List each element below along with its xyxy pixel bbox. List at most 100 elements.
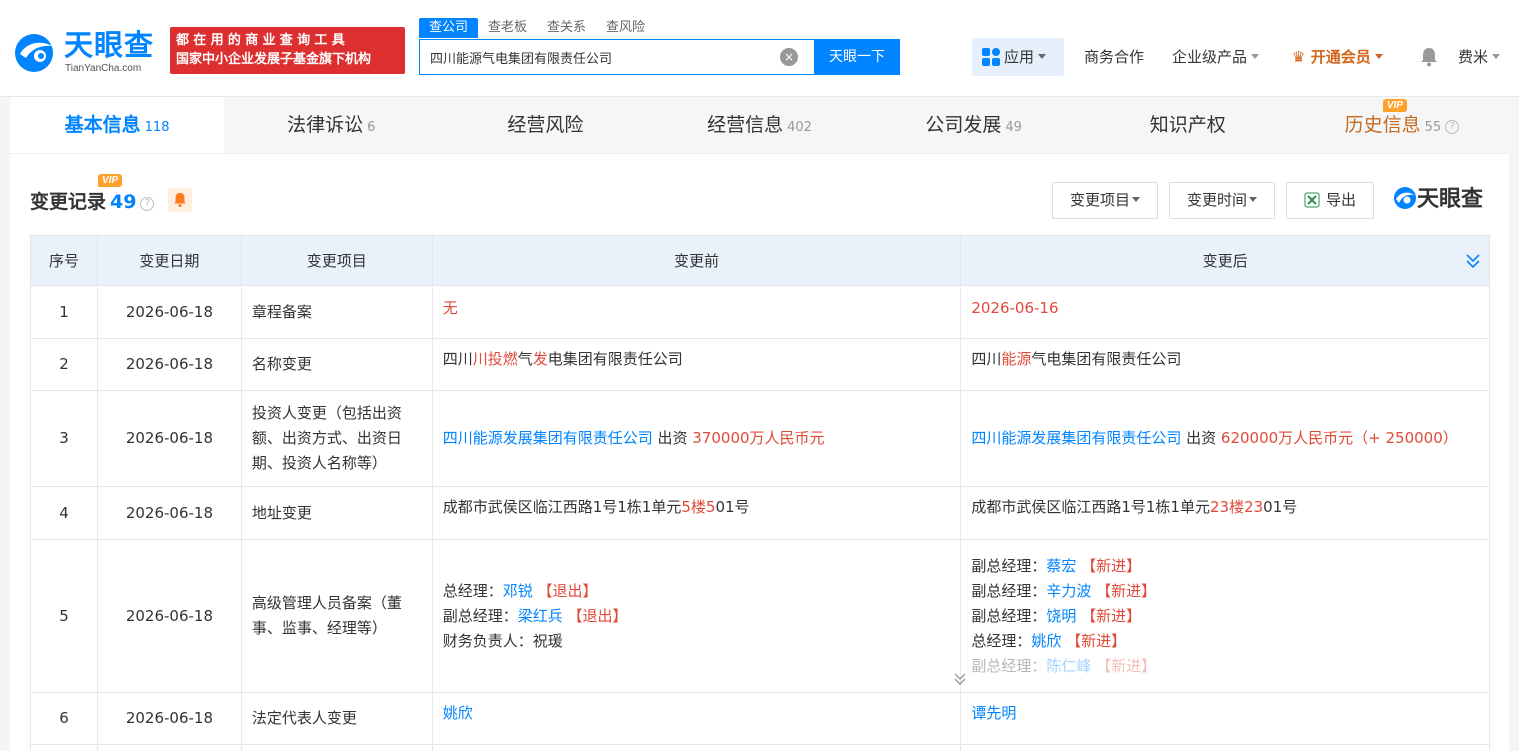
company-tabs: 基本信息 118 法律诉讼 6 经营风险 经营信息 402 公司发展 49 知识产权 历… — [10, 97, 1509, 154]
status-tag: 【新进】 — [1081, 556, 1142, 575]
person-link[interactable]: 梁红兵 — [518, 607, 563, 625]
table-row: 4 2026-06-18 地址变更 成都市武侯区临江西路1号1栋1单元5楼501… — [30, 486, 1490, 540]
brand-logo[interactable]: 天眼查 TianYanCha.com — [12, 28, 162, 76]
vip-menu[interactable]: ♛ 开通会员 — [1292, 38, 1383, 76]
chevron-down-icon — [1038, 54, 1047, 59]
table-row: 1 2026-06-18 章程备案 无 2026-06-16 — [30, 285, 1490, 339]
search-tab-relation[interactable]: 查关系 — [537, 18, 596, 38]
search-tab-boss[interactable]: 查老板 — [478, 18, 537, 38]
manager-entry: 副总经理：饶明 【新进】 — [971, 604, 1479, 629]
search-input[interactable] — [420, 40, 814, 74]
tab-count: 402 — [787, 120, 812, 135]
text-segment: 气 — [517, 350, 533, 368]
cell-date: 2026-06-18 — [96, 692, 242, 745]
table-row: 6 2026-06-18 法定代表人变更 姚欣 谭先明 — [30, 692, 1490, 745]
tab-risk[interactable]: 经营风险 — [438, 97, 652, 153]
apps-menu[interactable]: 应用 — [972, 38, 1064, 76]
crown-icon: ♛ — [1292, 48, 1306, 66]
tab-label: 公司发展 — [925, 114, 1002, 136]
cell-date: 2026-06-18 — [96, 285, 242, 339]
manager-entry: 总经理：姚欣 【新进】 — [971, 629, 1479, 654]
tab-history[interactable]: 历史信息 55? VIP — [1295, 97, 1509, 153]
help-icon[interactable]: ? — [1445, 120, 1460, 134]
help-icon[interactable]: ? — [140, 197, 155, 211]
cell-index: 2 — [30, 338, 98, 391]
cell-before: 四川能源发展集团有限责任公司 出资 370000万人民币元 — [431, 390, 962, 487]
tab-operation[interactable]: 经营信息 402 — [652, 97, 866, 153]
person-link[interactable]: 陈仁峰 — [1046, 657, 1091, 675]
person-link[interactable]: 饶明 — [1046, 607, 1076, 625]
tab-development[interactable]: 公司发展 49 — [867, 97, 1081, 153]
cell-before: 总经理：邓锐 【退出】 副总经理：梁红兵 【退出】 财务负责人：祝瑗 — [431, 539, 962, 693]
search-type-tabs: 查公司 查老板 查关系 查风险 — [419, 18, 655, 38]
investor-link[interactable]: 四川能源发展集团有限责任公司 — [443, 429, 653, 447]
tab-label: 经营风险 — [507, 114, 584, 136]
search-tab-company[interactable]: 查公司 — [419, 18, 479, 38]
vip-badge: VIP — [1382, 99, 1407, 112]
person-link[interactable]: 邓锐 — [503, 582, 533, 600]
cell-after: 2026-06-16 — [960, 285, 1490, 339]
col-header-date: 变更日期 — [96, 235, 242, 286]
person-link[interactable]: 姚欣 — [443, 704, 473, 722]
person-link[interactable]: 谭先明 — [971, 704, 1016, 722]
double-chevron-down-icon[interactable] — [1465, 252, 1481, 270]
filter-change-time[interactable]: 变更时间 — [1169, 182, 1275, 219]
tab-basic-info[interactable]: 基本信息 118 — [10, 97, 225, 153]
role-label: 财务负责人： — [442, 631, 533, 650]
filter-label: 变更项目 — [1069, 191, 1130, 209]
top-header: 天眼查 TianYanCha.com 都在用的商业查询工具 国家中小企业发展子基… — [0, 0, 1519, 97]
chevron-down-icon — [1249, 197, 1257, 202]
cell-item: 法定代表人变更 — [240, 692, 433, 745]
investor-link[interactable]: 四川能源发展集团有限责任公司 — [971, 429, 1181, 447]
role-label: 副总经理： — [971, 656, 1047, 675]
enterprise-menu[interactable]: 企业级产品 — [1172, 38, 1260, 76]
role-label: 副总经理： — [442, 606, 518, 625]
status-tag: 【新进】 — [1066, 631, 1127, 650]
cell-index: 3 — [30, 390, 98, 487]
section-title: 变更记录 49? — [30, 187, 155, 214]
tab-label: 经营信息 — [707, 114, 784, 136]
cell-before: 无 — [431, 285, 962, 339]
chevron-down-icon — [1374, 54, 1383, 59]
cell-index: 4 — [30, 486, 98, 540]
chevron-down-icon — [1251, 54, 1260, 59]
tab-count: 49 — [1005, 120, 1022, 135]
changed-text: 5楼5 — [681, 498, 716, 516]
search-box: × 天眼一下 — [419, 39, 900, 75]
enterprise-label: 企业级产品 — [1172, 48, 1248, 66]
tab-ip[interactable]: 知识产权 — [1081, 97, 1295, 153]
manager-entry: 副总经理：蔡宏 【新进】 — [971, 554, 1479, 579]
status-tag: 【退出】 — [567, 606, 628, 625]
bell-icon[interactable] — [1420, 47, 1438, 67]
chevron-down-icon — [1132, 197, 1140, 202]
cell-date: 2026-06-18 — [96, 390, 242, 487]
user-menu[interactable]: 费米 — [1458, 38, 1501, 76]
clear-icon[interactable]: × — [780, 48, 798, 66]
person-link[interactable]: 辛力波 — [1046, 582, 1091, 600]
monitor-bell-button[interactable] — [168, 188, 192, 212]
brand-watermark: 天眼查 — [1393, 185, 1483, 215]
cell-index: 1 — [30, 285, 98, 339]
manager-entry: 财务负责人：祝瑗 — [443, 629, 951, 654]
changed-text: 川投燃 — [472, 350, 518, 368]
status-tag: 【退出】 — [537, 581, 598, 600]
person-link[interactable]: 姚欣 — [1031, 632, 1061, 650]
col-header-item: 变更项目 — [240, 235, 433, 286]
change-record-table: 序号 变更日期 变更项目 变更前 变更后 1 2026-06-18 章程备案 无… — [30, 235, 1490, 751]
filter-change-item[interactable]: 变更项目 — [1052, 182, 1158, 219]
person-link[interactable]: 蔡宏 — [1046, 557, 1076, 575]
business-link[interactable]: 商务合作 — [1084, 38, 1144, 76]
person-name: 祝瑗 — [532, 631, 563, 650]
tab-legal[interactable]: 法律诉讼 6 — [224, 97, 438, 153]
role-label: 副总经理： — [971, 556, 1047, 575]
manager-entry: 总经理：邓锐 【退出】 — [443, 579, 951, 604]
slogan-line2: 国家中小企业发展子基金旗下机构 — [176, 52, 372, 67]
search-tab-risk[interactable]: 查风险 — [596, 18, 655, 38]
search-button[interactable]: 天眼一下 — [814, 39, 900, 75]
expand-more-icon[interactable] — [953, 672, 967, 686]
manager-entry: 副总经理：辛力波 【新进】 — [971, 579, 1479, 604]
export-button[interactable]: 导出 — [1286, 182, 1374, 219]
text-segment: 电集团有限责任公司 — [547, 350, 683, 368]
text-segment: 出资 — [1181, 429, 1221, 447]
col-header-index: 序号 — [30, 235, 98, 286]
